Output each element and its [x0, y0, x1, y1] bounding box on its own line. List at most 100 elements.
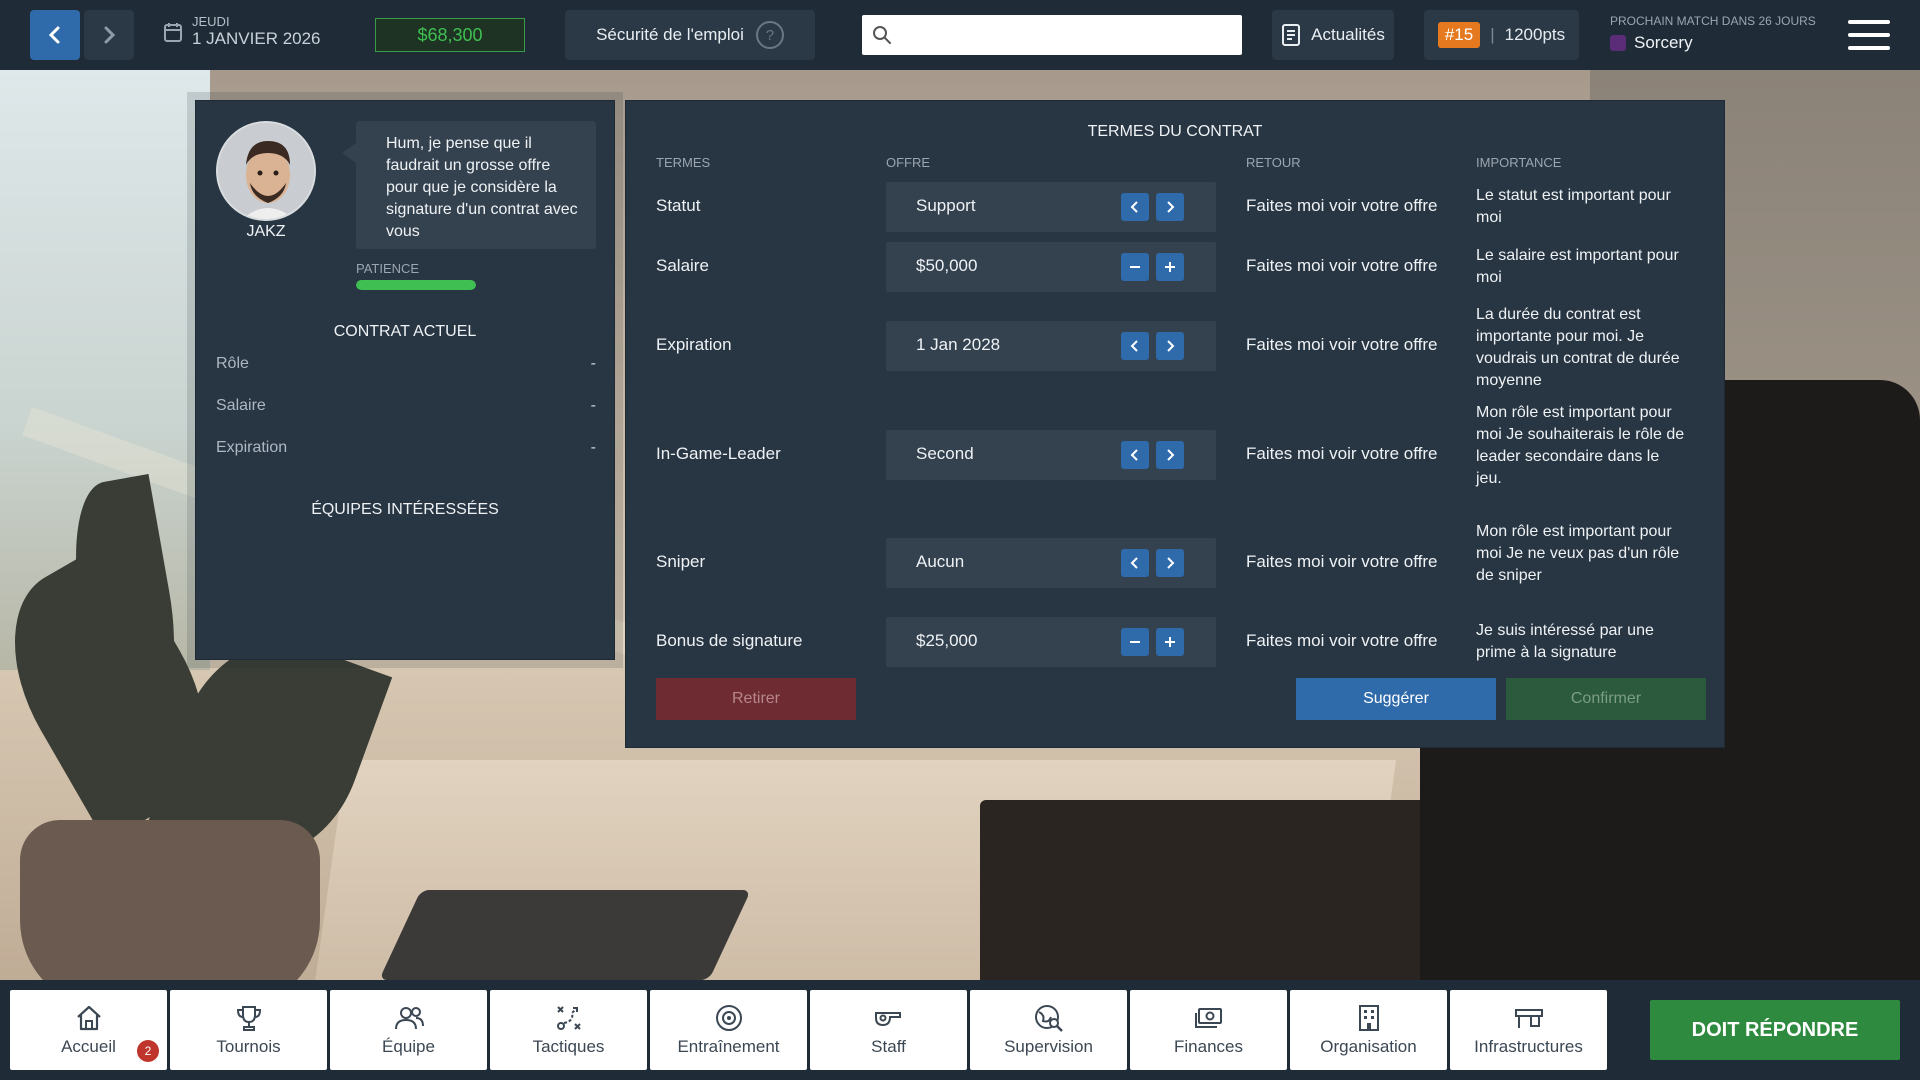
nav-tab-label: Staff — [871, 1037, 906, 1056]
current-contract-salary-row: Salaire - — [216, 397, 596, 415]
decrease-button[interactable] — [1121, 628, 1149, 656]
news-button[interactable]: Actualités — [1272, 10, 1394, 60]
nav-tab-label: Finances — [1174, 1037, 1243, 1056]
nav-tab-organisation[interactable]: Organisation — [1290, 990, 1447, 1070]
player-speech-bubble: Hum, je pense que il faudrait un grosse … — [342, 121, 596, 249]
current-contract-role-row: Rôle - — [216, 355, 596, 373]
importance-text: Je suis intéressé par une prime à la sig… — [1476, 622, 1654, 661]
nav-tab-scouting[interactable]: Supervision — [970, 990, 1127, 1070]
nav-tab-finances[interactable]: Finances — [1130, 990, 1287, 1070]
previous-option-button[interactable] — [1121, 549, 1149, 577]
search-input[interactable] — [900, 17, 1242, 53]
offer-value: 1 Jan 2028 — [916, 335, 1001, 354]
next-option-button[interactable] — [1156, 332, 1184, 360]
return-text: Faites moi voir votre offre — [1246, 335, 1438, 354]
suggest-button[interactable]: Suggérer — [1296, 678, 1496, 720]
offer-stepper-signing-bonus[interactable]: $25,000 — [886, 617, 1216, 667]
term-label: Bonus de signature — [656, 631, 803, 650]
globe-search-icon — [1033, 1003, 1065, 1033]
term-label: In-Game-Leader — [656, 444, 781, 463]
offer-value: Aucun — [916, 552, 965, 571]
infrastructure-icon — [1513, 1003, 1545, 1033]
tactics-icon — [554, 1003, 584, 1033]
forward-button[interactable] — [84, 10, 134, 60]
nav-tab-label: Accueil — [61, 1037, 116, 1056]
nav-tab-staff[interactable]: Staff — [810, 990, 967, 1070]
next-match-label: PROCHAIN MATCH DANS 26 JOURS — [1610, 14, 1816, 28]
next-option-button[interactable] — [1156, 193, 1184, 221]
increase-button[interactable] — [1156, 628, 1184, 656]
nav-tab-label: Entraînement — [677, 1037, 780, 1056]
notification-badge: 2 — [137, 1040, 159, 1062]
chevron-left-icon — [1130, 340, 1138, 352]
term-label: Salaire — [656, 256, 709, 275]
current-contract-salary-value: - — [590, 397, 596, 414]
search-icon — [873, 26, 891, 44]
offer-selector-status[interactable]: Support — [886, 182, 1216, 232]
plus-icon — [1165, 637, 1175, 647]
player-panel: JAKZ Hum, je pense que il faudrait un gr… — [195, 100, 615, 660]
decrease-button[interactable] — [1121, 253, 1149, 281]
importance-text: Mon rôle est important pour moi Je souha… — [1476, 404, 1685, 487]
next-option-button[interactable] — [1156, 441, 1184, 469]
offer-value: Support — [916, 196, 976, 215]
ranking-button[interactable]: #15 | 1200pts — [1424, 10, 1579, 60]
chevron-left-icon — [1130, 449, 1138, 461]
nav-tab-tournaments[interactable]: Tournois — [170, 990, 327, 1070]
budget-display[interactable]: $68,300 — [375, 18, 525, 52]
offer-selector-sniper[interactable]: Aucun — [886, 538, 1216, 588]
minus-icon — [1130, 641, 1140, 643]
contract-terms-panel: TERMES DU CONTRAT TERMES OFFRE RETOUR IM… — [625, 100, 1725, 748]
withdraw-button[interactable]: Retirer — [656, 678, 856, 720]
current-contract-role-label: Rôle — [216, 355, 249, 372]
importance-text: La durée du contrat est importante pour … — [1476, 306, 1680, 389]
chevron-right-icon — [104, 26, 116, 44]
back-button[interactable] — [30, 10, 80, 60]
job-security-button[interactable]: Sécurité de l'emploi ? — [565, 10, 815, 60]
newspaper-icon — [1282, 24, 1301, 46]
next-match-info[interactable]: PROCHAIN MATCH DANS 26 JOURS Sorcery — [1610, 14, 1816, 53]
home-icon — [74, 1003, 104, 1033]
increase-button[interactable] — [1156, 253, 1184, 281]
chevron-right-icon — [1167, 340, 1175, 352]
offer-selector-igl[interactable]: Second — [886, 430, 1216, 480]
current-contract-expiration-value: - — [590, 439, 596, 456]
nav-tab-label: Supervision — [1004, 1037, 1093, 1056]
offer-stepper-salary[interactable]: $50,000 — [886, 242, 1216, 292]
return-text: Faites moi voir votre offre — [1246, 256, 1438, 275]
patience-bar-fill — [356, 280, 476, 290]
nav-tab-label: Tactiques — [532, 1037, 605, 1056]
bottom-navigation: Accueil 2 Tournois Équipe Tactiques Entr… — [0, 980, 1920, 1080]
must-respond-button[interactable]: DOIT RÉPONDRE — [1650, 1000, 1900, 1060]
nav-tab-training[interactable]: Entraînement — [650, 990, 807, 1070]
money-icon — [1193, 1003, 1225, 1033]
nav-tab-home[interactable]: Accueil 2 — [10, 990, 167, 1070]
previous-option-button[interactable] — [1121, 441, 1149, 469]
interested-teams-title: ÉQUIPES INTÉRESSÉES — [311, 501, 499, 518]
offer-value: $25,000 — [916, 631, 978, 650]
chevron-left-icon — [48, 26, 60, 44]
previous-option-button[interactable] — [1121, 332, 1149, 360]
return-text: Faites moi voir votre offre — [1246, 631, 1438, 650]
previous-option-button[interactable] — [1121, 193, 1149, 221]
search-bar[interactable] — [862, 15, 1242, 55]
offer-value: $50,000 — [916, 256, 978, 275]
nav-tab-tactics[interactable]: Tactiques — [490, 990, 647, 1070]
news-label: Actualités — [1311, 25, 1385, 44]
column-header-importance: IMPORTANCE — [1476, 155, 1562, 170]
whistle-icon — [872, 1003, 906, 1033]
hamburger-menu-icon[interactable] — [1848, 20, 1890, 50]
team-icon — [392, 1003, 426, 1033]
player-name: JAKZ — [246, 223, 286, 240]
minus-icon — [1130, 266, 1140, 268]
background-tablet — [379, 890, 751, 980]
player-avatar — [216, 121, 316, 221]
current-contract-expiration-row: Expiration - — [216, 439, 596, 457]
confirm-button[interactable]: Confirmer — [1506, 678, 1706, 720]
offer-selector-expiration[interactable]: 1 Jan 2028 — [886, 321, 1216, 371]
chevron-left-icon — [1130, 201, 1138, 213]
next-option-button[interactable] — [1156, 549, 1184, 577]
nav-tab-infrastructure[interactable]: Infrastructures — [1450, 990, 1607, 1070]
nav-tab-team[interactable]: Équipe — [330, 990, 487, 1070]
next-match-team: Sorcery — [1634, 33, 1693, 52]
